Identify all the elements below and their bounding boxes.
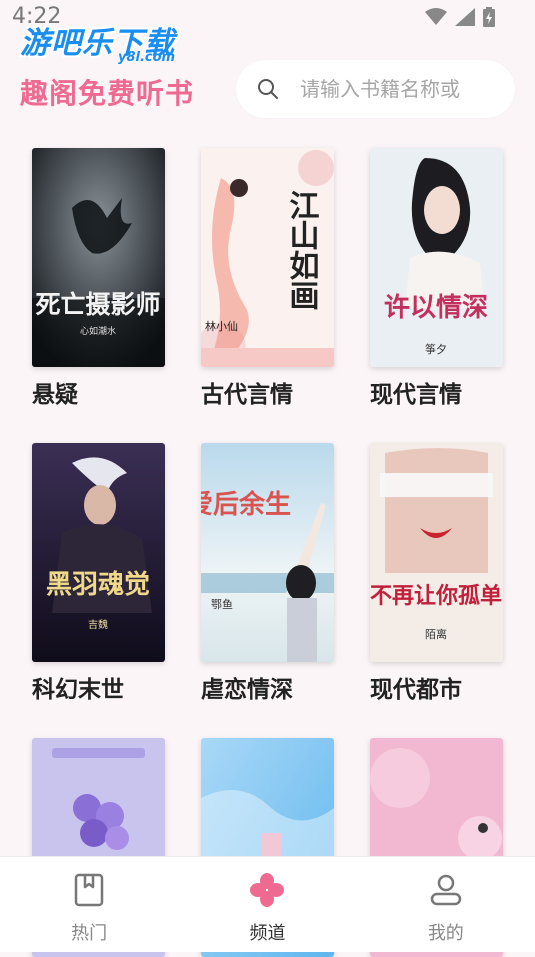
tab-channel[interactable]: 频道 (178, 857, 356, 952)
flower-icon (250, 873, 285, 907)
user-icon (430, 874, 462, 906)
category-label: 虐恋情深 (201, 677, 293, 703)
search-input[interactable] (298, 76, 492, 102)
status-icons (425, 7, 495, 27)
tab-mine[interactable]: 我的 (357, 857, 535, 952)
book-cover[interactable]: 死亡摄影师 心如潮水 (32, 148, 165, 367)
tab-label: 频道 (249, 923, 286, 944)
cover-title-text: 许以情深 (384, 293, 488, 323)
book-cover[interactable]: 江山如画 林小仙 (201, 148, 334, 367)
signal-icon (455, 8, 475, 26)
app-title: 趣阁免费听书 (20, 77, 195, 110)
category-card-ancient-romance[interactable]: 江山如画 林小仙 古代言情 (201, 148, 334, 409)
search-icon (258, 79, 278, 99)
cover-author-text: 陌离 (425, 627, 447, 641)
cover-title-text: 不再让你孤单 (370, 583, 502, 609)
cover-title-text: 江山如画 (284, 190, 320, 310)
tab-label: 我的 (427, 923, 464, 944)
cover-author-text: 筝夕 (425, 342, 447, 356)
search-box[interactable] (236, 60, 515, 118)
battery-icon (483, 7, 495, 27)
cover-author-text: 心如潮水 (80, 325, 116, 337)
category-card-tragic-romance[interactable]: 爱后余生 鄂鱼 虐恋情深 (201, 443, 334, 704)
category-card-modern-urban[interactable]: 不再让你孤单 陌离 现代都市 (370, 443, 503, 704)
book-cover[interactable]: 爱后余生 鄂鱼 (201, 443, 334, 662)
cover-author-text: 吉魏 (88, 618, 108, 631)
bookmark-icon (74, 873, 104, 907)
bottom-tab-bar: 热门 频道 我的 (0, 856, 535, 952)
category-label: 悬疑 (32, 382, 78, 408)
category-card-suspense[interactable]: 死亡摄影师 心如潮水 悬疑 (32, 148, 165, 409)
book-cover[interactable]: 不再让你孤单 陌离 (370, 443, 503, 662)
wifi-icon (425, 8, 447, 25)
category-label: 古代言情 (201, 382, 293, 408)
cover-author-text: 鄂鱼 (211, 597, 233, 611)
category-card-modern-romance[interactable]: 许以情深 筝夕 现代言情 (370, 148, 503, 409)
cover-title-text: 爱后余生 (201, 489, 291, 520)
category-card-scifi[interactable]: 黑羽魂觉 吉魏 科幻末世 (32, 443, 165, 704)
cover-title-text: 黑羽魂觉 (46, 570, 150, 600)
watermark-logo: 游吧乐下载 y8l.com (20, 18, 176, 65)
book-cover[interactable]: 黑羽魂觉 吉魏 (32, 443, 165, 662)
category-label: 现代言情 (370, 382, 462, 408)
cover-author-text: 林小仙 (205, 319, 238, 333)
tab-hot[interactable]: 热门 (0, 857, 178, 952)
cover-title-text: 死亡摄影师 (35, 290, 160, 319)
watermark-url: y8l.com (118, 50, 176, 65)
tab-label: 热门 (71, 923, 108, 944)
category-label: 科幻末世 (32, 677, 124, 703)
book-cover[interactable]: 许以情深 筝夕 (370, 148, 503, 367)
category-label: 现代都市 (370, 677, 462, 703)
